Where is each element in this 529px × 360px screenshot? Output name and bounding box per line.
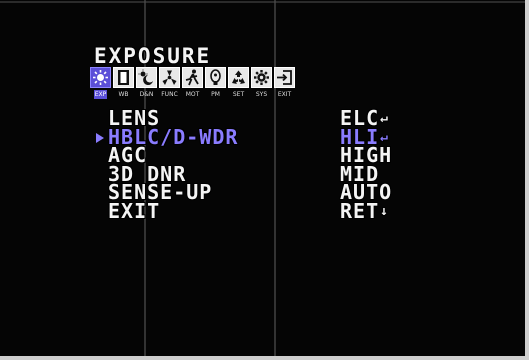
exit-icon — [274, 67, 295, 88]
osd-icon-bar: EXP WB D&N FUNC MOT PM SET SYS EXIT — [90, 67, 295, 105]
icon-caption: SET — [232, 91, 245, 98]
setup-icon — [228, 67, 249, 88]
menu-tab-day-night[interactable]: D&N — [136, 67, 157, 103]
menu-item-label: EXIT — [108, 198, 161, 223]
white-balance-icon — [113, 67, 134, 88]
menu-item-exit[interactable]: EXIT RET↓ — [96, 198, 416, 223]
icon-caption: MOT — [185, 91, 200, 98]
menu-tab-motion[interactable]: MOT — [182, 67, 203, 103]
selection-cursor-icon — [96, 132, 104, 143]
menu-tab-exposure[interactable]: EXP — [90, 67, 111, 103]
enter-icon: ↵ — [380, 111, 389, 126]
camera-osd-screen: EXPOSURE EXP WB D&N FUNC MOT PM SET SYS … — [0, 0, 529, 360]
menu-tab-exit[interactable]: EXIT — [274, 67, 295, 103]
menu-item-value: RET↓ — [340, 198, 389, 223]
menu-tab-function[interactable]: FUNC — [159, 67, 180, 103]
icon-caption: PM — [211, 91, 220, 98]
motion-icon — [182, 67, 203, 88]
menu-tab-system[interactable]: SYS — [251, 67, 272, 103]
function-icon — [159, 67, 180, 88]
icon-caption: EXIT — [277, 91, 292, 98]
icon-caption: D&N — [139, 91, 154, 98]
screen-border-right — [525, 0, 529, 360]
osd-menu-list: LENS ELC↵ HBLC/D-WDR HLI↵ AGC HIGH 3D DN… — [96, 108, 416, 223]
icon-caption: SYS — [255, 91, 268, 98]
menu-title: EXPOSURE — [94, 44, 212, 68]
menu-tab-white-balance[interactable]: WB — [113, 67, 134, 103]
icon-caption: EXP — [93, 90, 108, 99]
scanline-horizontal — [0, 1, 529, 3]
icon-caption: WB — [118, 91, 129, 98]
menu-tab-privacy-mask[interactable]: PM — [205, 67, 226, 103]
exposure-icon — [90, 67, 111, 88]
return-icon: ↓ — [380, 203, 389, 219]
icon-caption: FUNC — [161, 91, 178, 98]
screen-border-bottom — [0, 356, 529, 360]
day-night-icon — [136, 67, 157, 88]
menu-tab-setup[interactable]: SET — [228, 67, 249, 103]
privacy-mask-icon — [205, 67, 226, 88]
system-icon — [251, 67, 272, 88]
